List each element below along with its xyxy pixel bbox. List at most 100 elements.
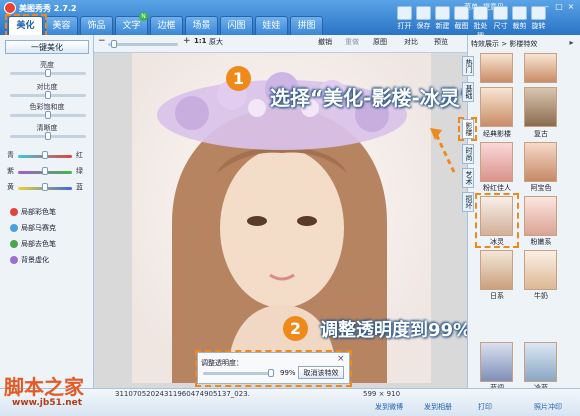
side-tab-damage[interactable]: 损坏 [462,192,474,212]
resize-icon [493,6,508,20]
annotation-arrow [430,128,456,173]
saturation-slider-thumb[interactable] [45,111,51,119]
compare-button[interactable]: 对比 [404,37,418,47]
tab-collage[interactable]: 拼图 [290,16,323,35]
maximize-button[interactable]: □ [554,2,564,11]
open-icon [397,6,412,20]
yellow-label: 黄 [7,183,14,191]
step-1-instruction: 选择“美化-影楼-冰灵” [270,86,473,110]
background-blur-brush[interactable]: 背景虚化 [10,255,49,265]
crop-label: 裁剪 [512,22,527,30]
brightness-slider-thumb[interactable] [45,69,51,77]
ice-effect-highlight [475,193,519,248]
print-link[interactable]: 打印 [478,402,492,412]
collapse-icon[interactable]: ▸ [567,38,576,47]
preview-button[interactable]: 预览 [434,37,448,47]
tab-flash[interactable]: 闪图 [220,16,253,35]
tab-frame[interactable]: 边框 [150,16,183,35]
side-tab-art[interactable]: 艺术 [462,168,474,188]
resize-button[interactable]: 尺寸 [492,6,509,31]
close-button[interactable]: × [566,2,576,11]
color-brush-icon [10,208,18,216]
zoom-slider-thumb[interactable] [111,40,117,48]
red-label: 红 [76,151,83,159]
side-tab-hot[interactable]: 热门 [462,56,474,76]
new-label: 新建 [435,22,450,30]
green-label: 绿 [76,167,83,175]
blue-label: 蓝 [76,183,83,191]
redo-button[interactable]: 重做 [345,37,359,47]
zoom-in-button[interactable]: + [183,36,191,46]
status-bar [0,388,580,416]
save-button[interactable]: 保存 [415,6,432,31]
effect-thumb-2[interactable] [524,53,557,83]
effect-thumb-classic[interactable] [480,87,513,127]
tab-scene[interactable]: 场景 [185,16,218,35]
watermark-url: www.jb51.net [12,398,83,408]
side-tab-fashion[interactable]: 时尚 [462,144,474,164]
photo-print-link[interactable]: 照片冲印 [534,402,562,412]
effect-thumb-japan[interactable] [480,250,513,290]
share-album-link[interactable]: 发到相册 [424,402,452,412]
side-tab-basic[interactable]: 基础 [462,82,474,102]
sharpness-slider-thumb[interactable] [45,132,51,140]
new-button[interactable]: 新建 [434,6,451,31]
cyan-label: 青 [7,151,14,159]
tab-skin[interactable]: 美容 [45,16,78,35]
share-weibo-link[interactable]: 发到微博 [375,402,403,412]
new-icon [435,6,450,20]
screenshot-icon [454,6,469,20]
file-name: 31107052024311960474905137_023. [115,390,250,398]
label-abao: 阿宝色 [530,184,552,192]
local-mosaic-brush[interactable]: 局部马赛克 [10,223,56,233]
effect-thumb-pink[interactable] [480,142,513,182]
effect-thumb-tender[interactable] [524,196,557,236]
mosaic-icon [10,224,18,232]
effect-thumb-retro[interactable] [524,87,557,127]
local-desaturate-brush[interactable]: 局部去色笔 [10,239,56,249]
effect-thumb-abao[interactable] [524,142,557,182]
crop-button[interactable]: 裁剪 [511,6,528,31]
tab-doll[interactable]: 娃娃 [255,16,288,35]
local-color-brush-label: 局部彩色笔 [21,208,56,216]
effects-breadcrumb: 特效展示 > 影楼特效 [471,40,538,48]
label-japan: 日系 [490,292,504,300]
local-mosaic-brush-label: 局部马赛克 [21,224,56,232]
actual-size-button[interactable]: 1:1 [194,37,207,45]
effect-thumb-cold-blue[interactable] [524,342,557,382]
purple-green-thumb[interactable] [42,167,48,175]
contrast-slider-thumb[interactable] [45,91,51,99]
step-1-badge: 1 [226,66,251,91]
effect-thumb-1[interactable] [480,53,513,83]
resize-label: 尺寸 [493,22,508,30]
image-size: 599 × 910 [363,390,401,398]
cyan-red-thumb[interactable] [42,151,48,159]
watermark-brand: 脚本之家 [4,375,84,399]
popup-highlight-box [195,350,352,387]
save-icon [416,6,431,20]
tab-highlight-box [5,14,47,37]
local-desaturate-brush-label: 局部去色笔 [21,240,56,248]
app-title: 美图秀秀 2.7.2 [19,4,77,13]
zoom-out-button[interactable]: − [98,36,106,46]
purple-label: 紫 [7,167,14,175]
fit-size-label[interactable]: 原大 [209,37,223,47]
undo-button[interactable]: 撤销 [318,37,332,47]
desaturate-icon [10,240,18,248]
one-click-beautify-button[interactable]: 一键美化 [5,40,89,54]
step-2-instruction: 调整透明度到99% [320,320,472,341]
open-button[interactable]: 打开 [396,6,413,31]
original-button[interactable]: 原图 [373,37,387,47]
effect-thumb-blue[interactable] [480,342,513,382]
local-color-brush[interactable]: 局部彩色笔 [10,207,56,217]
blur-icon [10,256,18,264]
label-retro: 复古 [534,130,548,138]
zoom-slider[interactable] [108,43,178,46]
screenshot-button[interactable]: 截图 [453,6,470,31]
screenshot-label: 截图 [454,22,469,30]
tab-accessories[interactable]: 饰品 [80,16,113,35]
effect-thumb-milk[interactable] [524,250,557,290]
label-tender: 粉嫩系 [530,238,552,246]
yellow-blue-thumb[interactable] [42,183,48,191]
rotate-button[interactable]: 旋转 [530,6,547,31]
